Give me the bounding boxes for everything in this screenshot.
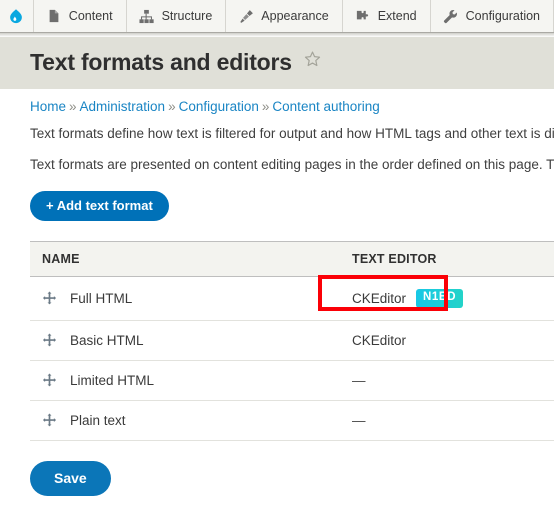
- drag-move-icon[interactable]: [42, 291, 57, 306]
- n1ed-badge: N1ED: [416, 289, 464, 308]
- table-row: Plain text —: [30, 400, 554, 441]
- add-text-format-button[interactable]: + Add text format: [30, 191, 169, 222]
- format-name-cell: Full HTML: [30, 276, 340, 321]
- format-name-label: Full HTML: [70, 291, 133, 307]
- text-editor-label: CKEditor: [352, 291, 407, 307]
- format-name-label: Limited HTML: [70, 372, 155, 388]
- breadcrumb: Home» Administration» Configuration» Conten…: [30, 89, 554, 115]
- drag-move-icon[interactable]: [42, 333, 57, 348]
- text-formats-table-wrapper: NAME TEXT EDITOR Full HTML CKEditor N1ED…: [30, 241, 554, 441]
- drupal-droplet-logo: [8, 8, 24, 24]
- star-outline-icon[interactable]: [303, 50, 322, 74]
- toolbar-tab-structure[interactable]: Structure: [127, 0, 227, 32]
- drag-move-icon[interactable]: [42, 413, 57, 428]
- toolbar-tab-label: Configuration: [465, 8, 540, 23]
- breadcrumb-separator: »: [261, 99, 270, 114]
- breadcrumb-item-home[interactable]: Home: [30, 99, 66, 114]
- breadcrumb-separator: »: [69, 99, 77, 114]
- table-header-row: NAME TEXT EDITOR: [30, 241, 554, 278]
- format-name-label: Plain text: [70, 412, 126, 428]
- intro-paragraph-2: Text formats are presented on content ed…: [30, 156, 554, 172]
- format-name-cell: Limited HTML: [30, 360, 340, 401]
- page-title-band: Text formats and editors: [0, 37, 554, 89]
- format-name-label: Basic HTML: [70, 332, 144, 348]
- document-icon: [46, 8, 62, 24]
- toolbar-tab-appearance[interactable]: Appearance: [226, 0, 343, 32]
- breadcrumb-item-content-authoring[interactable]: Content authoring: [272, 99, 379, 114]
- toolbar-tab-configuration[interactable]: Configuration: [431, 0, 554, 32]
- text-editor-label: CKEditor: [352, 332, 407, 348]
- text-editor-label: —: [352, 412, 366, 428]
- save-button[interactable]: Save: [30, 460, 111, 496]
- hierarchy-icon: [139, 8, 155, 24]
- format-name-cell: Basic HTML: [30, 320, 340, 361]
- puzzle-piece-icon: [355, 8, 371, 24]
- breadcrumb-separator: »: [168, 99, 176, 114]
- text-formats-table: NAME TEXT EDITOR Full HTML CKEditor N1ED…: [30, 241, 554, 441]
- toolbar-tab-label: Appearance: [261, 8, 329, 23]
- column-header-text-editor: TEXT EDITOR: [340, 241, 554, 278]
- admin-toolbar: Content Structure Appearance Extend Conf…: [0, 0, 554, 33]
- breadcrumb-item-configuration[interactable]: Configuration: [179, 99, 259, 114]
- intro-paragraph-1: Text formats define how text is filtered…: [30, 126, 554, 142]
- toolbar-tab-content[interactable]: Content: [34, 0, 127, 32]
- table-row: Limited HTML —: [30, 360, 554, 401]
- page-title: Text formats and editors: [30, 48, 292, 75]
- format-text-editor-cell: CKEditor: [340, 320, 554, 361]
- main-content: Home» Administration» Configuration» Conten…: [0, 89, 554, 496]
- toolbar-tab-label: Content: [68, 8, 113, 23]
- table-body: Full HTML CKEditor N1ED Basic HTML CKEdi…: [30, 276, 554, 441]
- format-text-editor-cell: —: [340, 360, 554, 401]
- format-text-editor-cell: CKEditor N1ED: [340, 276, 554, 321]
- wrench-icon: [443, 8, 459, 24]
- toolbar-tab-extend[interactable]: Extend: [343, 0, 431, 32]
- paintbrush-icon: [238, 8, 254, 24]
- table-head: NAME TEXT EDITOR: [30, 241, 554, 278]
- format-name-cell: Plain text: [30, 400, 340, 441]
- column-header-name: NAME: [30, 241, 340, 278]
- table-row: Full HTML CKEditor N1ED: [30, 276, 554, 321]
- toolbar-tab-label: Extend: [377, 8, 417, 23]
- breadcrumb-item-administration[interactable]: Administration: [80, 99, 166, 114]
- drag-move-icon[interactable]: [42, 373, 57, 388]
- table-row: Basic HTML CKEditor: [30, 320, 554, 361]
- toolbar-tab-label: Structure: [161, 8, 213, 23]
- toolbar-home-link[interactable]: [0, 0, 34, 32]
- text-editor-label: —: [352, 372, 366, 388]
- format-text-editor-cell: —: [340, 400, 554, 441]
